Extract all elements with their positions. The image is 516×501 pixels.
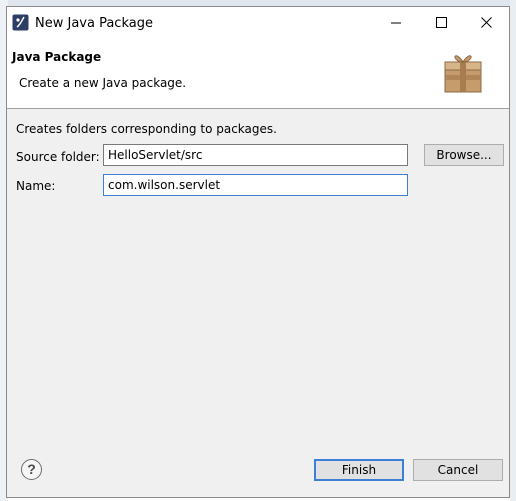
maximize-icon [436,17,447,28]
new-java-package-dialog: New Java Package Java Package Create a n… [6,6,510,498]
minimize-icon [391,22,401,24]
maximize-button[interactable] [419,7,464,38]
finish-button[interactable]: Finish [314,459,404,481]
help-icon[interactable]: ? [21,459,42,480]
cancel-button[interactable]: Cancel [413,459,503,481]
package-name-field[interactable]: com.wilson.servlet [103,174,408,196]
close-button[interactable] [464,7,509,38]
package-icon [444,55,482,93]
wizard-banner: Java Package Create a new Java package. [7,40,509,109]
source-folder-field[interactable]: HelloServlet/src [103,144,408,166]
banner-title: Java Package [12,50,102,64]
title-bar: New Java Package [7,7,509,40]
close-icon [481,17,492,28]
browse-button[interactable]: Browse... [424,144,504,166]
background-ide-right-edge [510,0,516,501]
eclipse-app-icon [12,14,29,31]
window-title: New Java Package [35,16,153,31]
banner-description: Create a new Java package. [19,76,187,90]
minimize-button[interactable] [374,7,419,38]
source-folder-label: Source folder: [16,150,100,164]
info-text: Creates folders corresponding to package… [16,122,277,136]
name-label: Name: [16,179,56,193]
